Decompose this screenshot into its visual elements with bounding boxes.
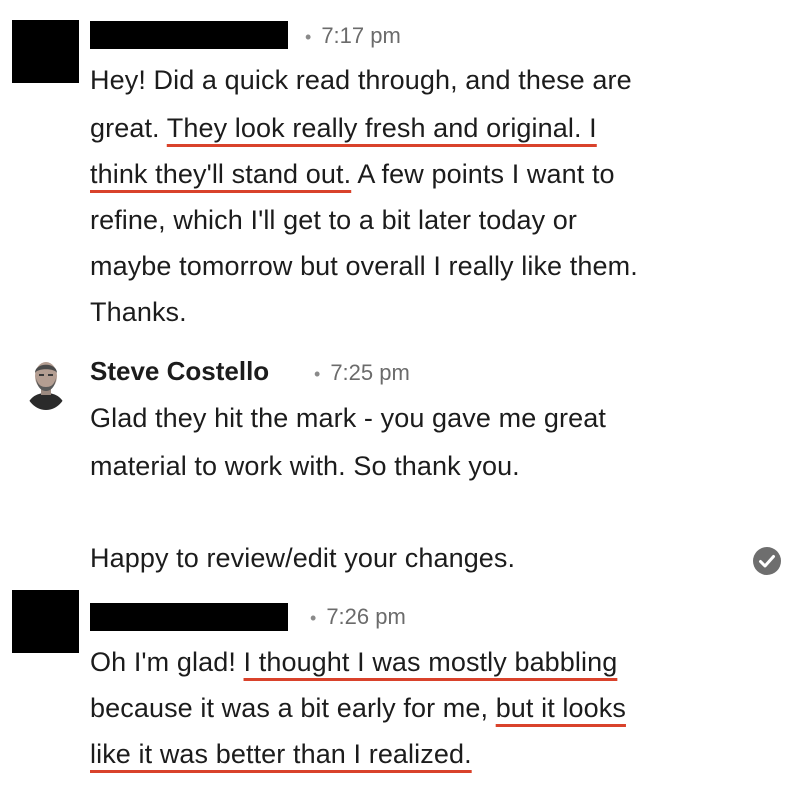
highlighted-text: like it was better than I realized.: [90, 739, 472, 769]
sender-name-redacted[interactable]: [90, 21, 288, 49]
text-segment: A few points I want to: [351, 159, 615, 189]
highlighted-text: think they'll stand out.: [90, 159, 352, 189]
timestamp: 7:17 pm: [321, 23, 401, 48]
message-line: refine, which I'll get to a bit later to…: [90, 203, 577, 237]
separator-dot: •: [305, 27, 312, 47]
text-segment: Happy to review/edit your changes.: [90, 543, 516, 573]
message-line: think they'll stand out. A few points I …: [90, 157, 615, 191]
sender-name[interactable]: Steve Costello: [90, 356, 269, 387]
text-segment: Hey! Did a quick read through, and these…: [90, 65, 632, 95]
text-segment: because it was a bit early for me,: [90, 693, 496, 723]
check-circle-icon: [753, 547, 781, 575]
text-segment: refine, which I'll get to a bit later to…: [90, 205, 578, 235]
message-line: Happy to review/edit your changes.: [90, 541, 515, 575]
highlighted-text: They look really fresh and original. I: [166, 113, 597, 143]
message-line: Thanks.: [90, 295, 187, 329]
message-meta: • 7:26 pm: [310, 604, 406, 630]
message-line: like it was better than I realized.: [90, 737, 472, 771]
separator-dot: •: [314, 364, 321, 384]
highlighted-text: I thought I was mostly babbling: [243, 647, 618, 677]
avatar-redacted[interactable]: [12, 590, 79, 653]
avatar-redacted[interactable]: [12, 20, 79, 83]
timestamp: 7:25 pm: [330, 360, 410, 385]
text-segment: maybe tomorrow but overall I really like…: [90, 251, 638, 281]
message-meta: • 7:17 pm: [305, 23, 401, 49]
separator-dot: •: [310, 608, 317, 628]
highlighted-text: but it looks: [495, 693, 626, 723]
text-segment: Oh I'm glad!: [90, 647, 244, 677]
message-meta: • 7:25 pm: [314, 360, 410, 386]
avatar[interactable]: [24, 356, 68, 410]
message-line: great. They look really fresh and origin…: [90, 111, 597, 145]
message-line: Hey! Did a quick read through, and these…: [90, 63, 632, 97]
message-line: because it was a bit early for me, but i…: [90, 691, 626, 725]
timestamp: 7:26 pm: [326, 604, 406, 629]
text-segment: Glad they hit the mark - you gave me gre…: [90, 403, 606, 433]
sender-name-redacted[interactable]: [90, 603, 288, 631]
text-segment: Thanks.: [90, 297, 187, 327]
message-line: Glad they hit the mark - you gave me gre…: [90, 401, 606, 435]
text-segment: great.: [90, 113, 167, 143]
message-line: Oh I'm glad! I thought I was mostly babb…: [90, 645, 617, 679]
message-line: maybe tomorrow but overall I really like…: [90, 249, 638, 283]
message-line: material to work with. So thank you.: [90, 449, 520, 483]
text-segment: material to work with. So thank you.: [90, 451, 520, 481]
person-avatar-icon: [24, 356, 68, 410]
